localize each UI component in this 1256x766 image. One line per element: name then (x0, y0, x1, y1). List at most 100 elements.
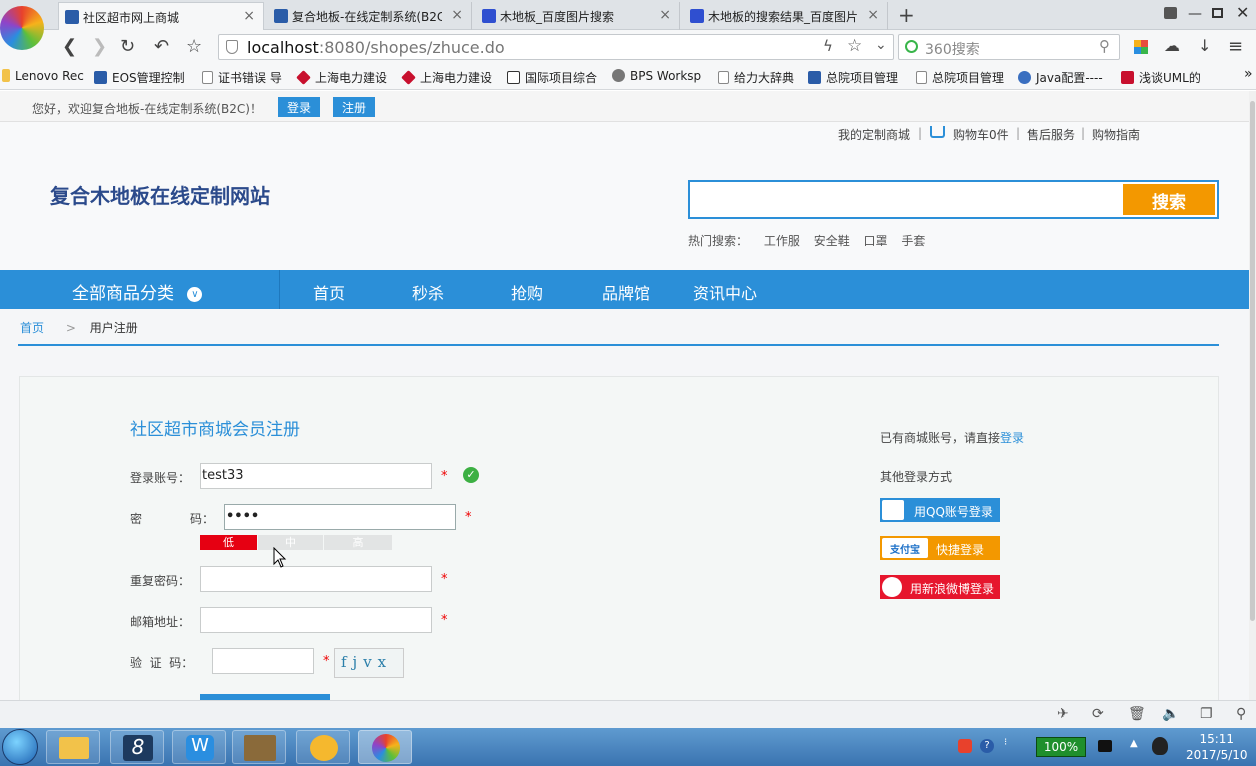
search-button[interactable]: 搜索 (1123, 184, 1215, 215)
tab-0[interactable]: 社区超市网上商城 × (58, 2, 264, 30)
taskbar-wps-button[interactable]: W (172, 730, 226, 764)
after-sales-link[interactable]: 售后服务 (1027, 126, 1075, 143)
all-categories-menu[interactable]: 全部商品分类 ∨ (0, 270, 280, 309)
download-icon[interactable]: ↓ (1198, 36, 1211, 55)
tab-3[interactable]: 木地板的搜索结果_百度图片 × (684, 2, 888, 30)
bookmark-item[interactable]: 总院项目管理 (916, 69, 1004, 86)
lightning-icon[interactable]: ϟ (823, 37, 833, 55)
nav-news[interactable]: 资讯中心 (693, 280, 757, 304)
repeat-password-input[interactable] (200, 566, 432, 592)
tab-1[interactable]: 复合地板-在线定制系统(B2C × (268, 2, 472, 30)
captcha-input[interactable] (212, 648, 314, 674)
forward-icon[interactable]: ❯ (92, 36, 107, 57)
side-login-link[interactable]: 登录 (1000, 431, 1024, 445)
search-icon[interactable]: ⚲ (1099, 37, 1110, 55)
zoom-icon[interactable]: ⚲ (1236, 706, 1246, 722)
browser-toolbar: ❮ ❯ ↻ ↶ ☆ localhost:8080/shopes/zhuce.do… (0, 30, 1256, 64)
trash-icon[interactable]: 🗑 (1128, 706, 1146, 722)
restore-icon[interactable] (1212, 8, 1223, 18)
taskbar-baidu-button[interactable] (296, 730, 350, 764)
browser-logo-icon[interactable] (0, 6, 44, 50)
close-tab-icon[interactable]: × (867, 7, 879, 23)
hot-term[interactable]: 工作服 (764, 234, 800, 248)
alipay-login-button[interactable]: 支付宝 快捷登录 (880, 536, 1000, 560)
start-button[interactable] (2, 729, 38, 765)
taskbar-app-button[interactable]: 8 (110, 730, 164, 764)
qq-login-button[interactable]: 用QQ账号登录 (880, 498, 1000, 522)
dropdown-chevron-icon[interactable]: ⌄ (875, 37, 887, 53)
shopping-guide-link[interactable]: 购物指南 (1092, 126, 1140, 143)
system-clock[interactable]: 15:11 2017/5/10 (1186, 731, 1248, 763)
power-plug-icon[interactable] (1098, 740, 1112, 752)
hot-term[interactable]: 安全鞋 (814, 234, 850, 248)
bookmark-item[interactable]: 上海电力建设 (401, 69, 492, 86)
site-search-input[interactable]: 搜索 (688, 180, 1219, 219)
taskbar-explorer-button[interactable] (46, 730, 100, 764)
address-bar[interactable]: localhost:8080/shopes/zhuce.do ϟ ☆ ⌄ (218, 34, 894, 60)
back-icon[interactable]: ❮ (62, 36, 77, 57)
close-tab-icon[interactable]: × (659, 7, 671, 23)
star-icon[interactable]: ☆ (186, 36, 202, 57)
hot-term[interactable]: 口罩 (864, 234, 888, 248)
weibo-login-button[interactable]: 用新浪微博登录 (880, 575, 1000, 599)
bookmark-item[interactable]: Java配置---- (1018, 69, 1103, 86)
bookmarks-more-button[interactable]: » (1244, 66, 1253, 82)
email-input[interactable] (200, 607, 432, 633)
taskbar-handshake-button[interactable] (232, 730, 286, 764)
tray-expand-icon[interactable]: ⁝ (1004, 737, 1007, 748)
new-tab-button[interactable]: + (898, 3, 915, 27)
chart-icon (507, 71, 520, 84)
bookmark-item[interactable]: EOS管理控制 (94, 69, 185, 86)
page-icon (718, 71, 729, 84)
window-icon[interactable]: ❐ (1200, 706, 1213, 722)
nav-brands[interactable]: 品牌馆 (602, 280, 650, 304)
bookmark-item[interactable]: 给力大辞典 (718, 69, 794, 86)
cloud-icon[interactable]: ☁ (1164, 36, 1180, 55)
help-icon[interactable]: ? (980, 739, 994, 753)
speaker-icon[interactable]: 🔈 (1162, 706, 1179, 722)
tray-arrow-icon[interactable]: ▲ (1130, 738, 1138, 749)
tab-2[interactable]: 木地板_百度图片搜索 × (476, 2, 680, 30)
scrollbar-thumb[interactable] (1250, 101, 1255, 621)
divider: | (918, 126, 923, 140)
undo-icon[interactable]: ↶ (154, 36, 169, 57)
nav-home[interactable]: 首页 (313, 280, 345, 304)
cart-link[interactable]: 购物车0件 (953, 126, 1009, 143)
bookmark-item[interactable]: 证书错误 导 (202, 69, 282, 86)
site-title[interactable]: 复合木地板在线定制网站 (50, 180, 270, 209)
register-button[interactable]: 注册 (333, 97, 376, 117)
apps-grid-icon[interactable] (1134, 40, 1148, 54)
qq-tray-icon[interactable] (1152, 737, 1168, 755)
account-input[interactable]: test33 (200, 463, 432, 489)
bookmark-item[interactable]: 国际项目综合 (507, 69, 597, 86)
bookmark-item[interactable]: 上海电力建设 (296, 69, 387, 86)
bookmark-item[interactable]: BPS Worksp (612, 69, 701, 83)
bookmark-item[interactable]: 浅谈UML的 (1121, 69, 1201, 86)
nav-rush-buy[interactable]: 抢购 (511, 280, 543, 304)
my-store-link[interactable]: 我的定制商城 (838, 126, 910, 143)
breadcrumb-home[interactable]: 首页 (20, 321, 44, 335)
breadcrumb-separator-icon: > (65, 321, 76, 335)
favorite-star-icon[interactable]: ☆ (847, 36, 862, 56)
password-input[interactable]: •••• (224, 504, 456, 530)
hot-term[interactable]: 手套 (901, 234, 925, 248)
captcha-image[interactable]: fjvx (334, 648, 404, 678)
minimize-icon[interactable]: — (1188, 6, 1202, 22)
close-window-icon[interactable]: ✕ (1236, 3, 1249, 22)
pin-icon[interactable]: ✈ (1057, 706, 1069, 722)
sogou-icon[interactable] (958, 739, 972, 753)
nav-flash-sale[interactable]: 秒杀 (412, 280, 444, 304)
refresh-circle-icon[interactable]: ⟳ (1092, 706, 1104, 722)
menu-icon[interactable]: ≡ (1228, 36, 1243, 57)
login-button[interactable]: 登录 (278, 97, 321, 117)
battery-indicator[interactable]: 100% (1036, 737, 1086, 757)
reload-icon[interactable]: ↻ (120, 36, 135, 57)
close-tab-icon[interactable]: × (243, 8, 255, 24)
search-360-input[interactable]: 360搜索 ⚲ (898, 34, 1120, 60)
bookmark-item[interactable]: 总院项目管理 (808, 69, 898, 86)
bookmark-item[interactable]: Lenovo Rec (2, 69, 84, 83)
taskbar-browser-button[interactable] (358, 730, 412, 764)
close-tab-icon[interactable]: × (451, 7, 463, 23)
folder-icon (59, 737, 89, 759)
shirt-icon[interactable] (1164, 7, 1177, 19)
